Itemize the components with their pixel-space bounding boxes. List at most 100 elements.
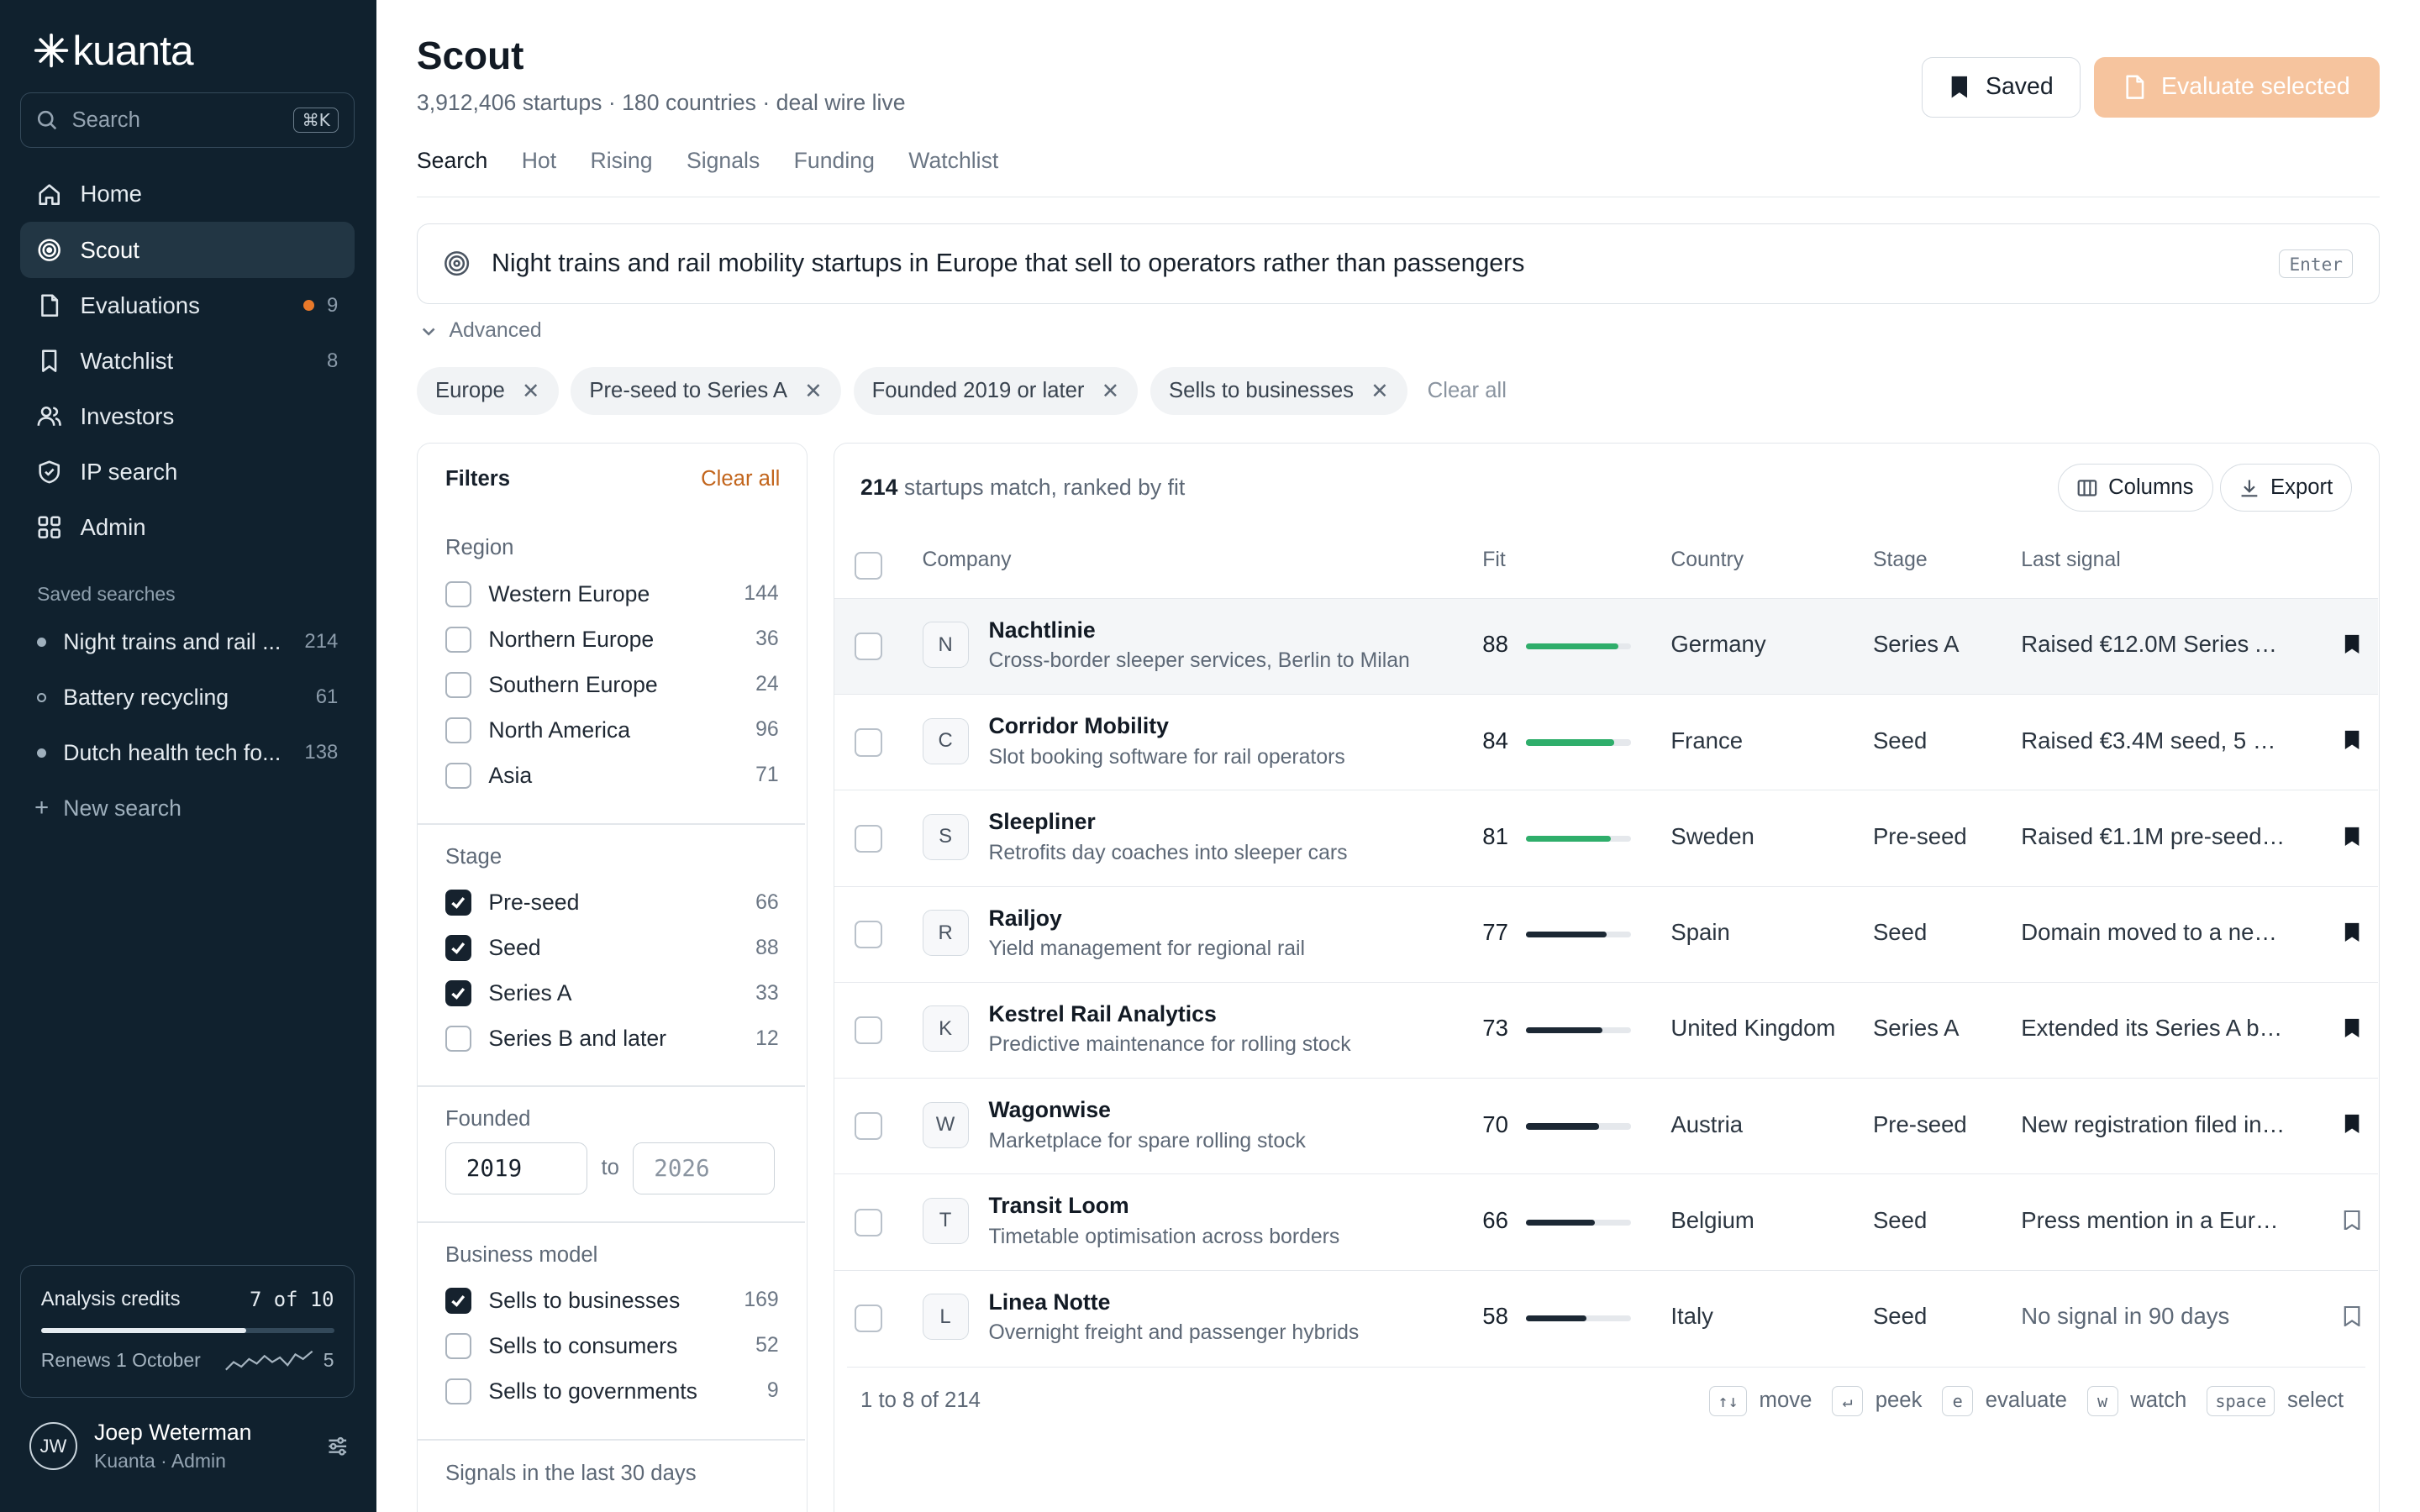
business-model-option[interactable]: Sells to businesses 169: [445, 1278, 779, 1323]
new-search-button[interactable]: + New search: [20, 780, 355, 836]
table-row[interactable]: S Sleepliner Retrofits day coaches into sl…: [834, 790, 2378, 885]
table-row[interactable]: K Kestrel Rail Analytics Predictive mainte…: [834, 981, 2378, 1078]
export-button[interactable]: Export: [2220, 464, 2353, 512]
row-checkbox[interactable]: [854, 1112, 882, 1141]
column-header-stage[interactable]: Stage: [1873, 549, 1928, 572]
stage-option[interactable]: Pre-seed 66: [445, 880, 779, 926]
filter-chip[interactable]: Founded 2019 or later ✕: [853, 367, 1139, 416]
bookmark-icon[interactable]: [2344, 1210, 2360, 1231]
saved-search-item[interactable]: Dutch health tech fo... 138: [20, 725, 355, 780]
brand-logo[interactable]: kuanta: [33, 26, 194, 75]
table-row[interactable]: W Wagonwise Marketplace for spare rolling …: [834, 1078, 2378, 1173]
select-all-checkbox[interactable]: [854, 551, 882, 580]
checkbox[interactable]: [445, 717, 472, 743]
checkbox[interactable]: [445, 1378, 472, 1405]
stage-option[interactable]: Series A 33: [445, 971, 779, 1016]
close-icon[interactable]: ✕: [522, 379, 540, 404]
table-row[interactable]: T Transit Loom Timetable optimisation acro…: [834, 1173, 2378, 1269]
tab-rising[interactable]: Rising: [591, 145, 653, 197]
checkbox[interactable]: [445, 1025, 472, 1053]
column-header-company[interactable]: Company: [923, 549, 1012, 572]
company-name[interactable]: Nachtlinie: [989, 617, 1096, 643]
sliders-icon[interactable]: [326, 1435, 350, 1458]
close-icon[interactable]: ✕: [1370, 379, 1389, 404]
checkbox[interactable]: [445, 1332, 472, 1360]
column-header-last-signal[interactable]: Last signal: [2021, 549, 2120, 572]
advanced-toggle[interactable]: Advanced: [421, 319, 542, 343]
company-name[interactable]: Kestrel Rail Analytics: [989, 1001, 1217, 1027]
table-row[interactable]: R Railjoy Yield management for regional ra…: [834, 885, 2378, 982]
company-name[interactable]: Corridor Mobility: [989, 713, 1169, 739]
sidebar-item-admin[interactable]: Admin: [20, 500, 355, 555]
stage-option[interactable]: Series B and later 12: [445, 1016, 779, 1062]
business-model-option[interactable]: Sells to governments 9: [445, 1368, 779, 1414]
tab-hot[interactable]: Hot: [522, 145, 556, 197]
columns-button[interactable]: Columns: [2058, 464, 2213, 512]
sidebar-item-watchlist[interactable]: Watchlist 8: [20, 333, 355, 389]
region-option[interactable]: North America 96: [445, 707, 779, 753]
row-checkbox[interactable]: [854, 1016, 882, 1045]
checkbox[interactable]: [445, 762, 472, 789]
tab-signals[interactable]: Signals: [687, 145, 760, 197]
row-checkbox[interactable]: [854, 633, 882, 661]
saved-search-item[interactable]: Battery recycling 61: [20, 669, 355, 725]
query-input[interactable]: Night trains and rail mobility startups …: [416, 223, 2381, 304]
bookmark-filled-icon[interactable]: [2344, 634, 2360, 654]
region-option[interactable]: Asia 71: [445, 753, 779, 798]
bookmark-filled-icon[interactable]: [2344, 1114, 2360, 1134]
filter-chip[interactable]: Sells to businesses ✕: [1150, 367, 1407, 416]
checkbox-checked[interactable]: [445, 1287, 472, 1315]
saved-button[interactable]: Saved: [1921, 56, 2081, 118]
table-row[interactable]: C Corridor Mobility Slot booking software …: [834, 694, 2378, 790]
table-row[interactable]: L Linea Notte Overnight freight and passen…: [834, 1269, 2378, 1366]
row-checkbox[interactable]: [854, 728, 882, 757]
bookmark-filled-icon[interactable]: [2344, 1018, 2360, 1038]
sidebar-search[interactable]: Search ⌘K: [19, 92, 355, 149]
close-icon[interactable]: ✕: [1102, 379, 1120, 404]
column-header-fit[interactable]: Fit: [1482, 549, 1506, 572]
company-name[interactable]: Wagonwise: [989, 1097, 1111, 1123]
row-checkbox[interactable]: [854, 1208, 882, 1236]
checkbox-checked[interactable]: [445, 934, 472, 962]
region-option[interactable]: Western Europe 144: [445, 571, 779, 617]
checkbox[interactable]: [445, 671, 472, 698]
company-name[interactable]: Linea Notte: [989, 1289, 1111, 1315]
founded-to-input[interactable]: 2026: [633, 1142, 776, 1195]
row-checkbox[interactable]: [854, 824, 882, 853]
business-model-option[interactable]: Sells to consumers 52: [445, 1323, 779, 1368]
table-row[interactable]: N Nachtlinie Cross-border sleeper services…: [834, 597, 2378, 694]
row-checkbox[interactable]: [854, 920, 882, 948]
close-icon[interactable]: ✕: [804, 379, 823, 404]
tab-search[interactable]: Search: [417, 145, 487, 197]
checkbox-checked[interactable]: [445, 889, 472, 916]
sidebar-item-ip-search[interactable]: IP search: [20, 444, 355, 500]
sidebar-item-evaluations[interactable]: Evaluations 9: [20, 278, 355, 333]
row-checkbox[interactable]: [854, 1304, 882, 1332]
evaluate-selected-button[interactable]: Evaluate selected: [2094, 56, 2381, 118]
filter-chip[interactable]: Europe ✕: [416, 367, 559, 416]
sidebar-item-investors[interactable]: Investors: [20, 389, 355, 444]
filters-clear-all[interactable]: Clear all: [701, 467, 780, 491]
region-option[interactable]: Southern Europe 24: [445, 662, 779, 707]
company-name[interactable]: Transit Loom: [989, 1193, 1129, 1219]
region-option[interactable]: Northern Europe 36: [445, 617, 779, 662]
bookmark-filled-icon[interactable]: [2344, 827, 2360, 847]
checkbox[interactable]: [445, 626, 472, 653]
bookmark-filled-icon[interactable]: [2344, 730, 2360, 750]
column-header-country[interactable]: Country: [1670, 549, 1744, 572]
sidebar-item-scout[interactable]: Scout: [19, 222, 355, 278]
saved-search-item[interactable]: Night trains and rail ... 214: [20, 614, 355, 669]
clear-all-chips-link[interactable]: Clear all: [1428, 379, 1507, 403]
tab-funding[interactable]: Funding: [794, 145, 875, 197]
bookmark-icon[interactable]: [2344, 1305, 2360, 1326]
checkbox-checked[interactable]: [445, 979, 472, 1007]
filter-chip[interactable]: Pre-seed to Series A ✕: [571, 367, 841, 416]
checkbox[interactable]: [445, 580, 472, 607]
founded-from-input[interactable]: 2019: [445, 1142, 587, 1195]
tab-watchlist[interactable]: Watchlist: [908, 145, 998, 197]
stage-option[interactable]: Seed 88: [445, 926, 779, 971]
company-name[interactable]: Railjoy: [989, 906, 1062, 932]
sidebar-item-home[interactable]: Home: [20, 166, 355, 222]
bookmark-filled-icon[interactable]: [2344, 922, 2360, 942]
user-profile[interactable]: JW Joep Weterman Kuanta · Admin: [29, 1420, 349, 1473]
